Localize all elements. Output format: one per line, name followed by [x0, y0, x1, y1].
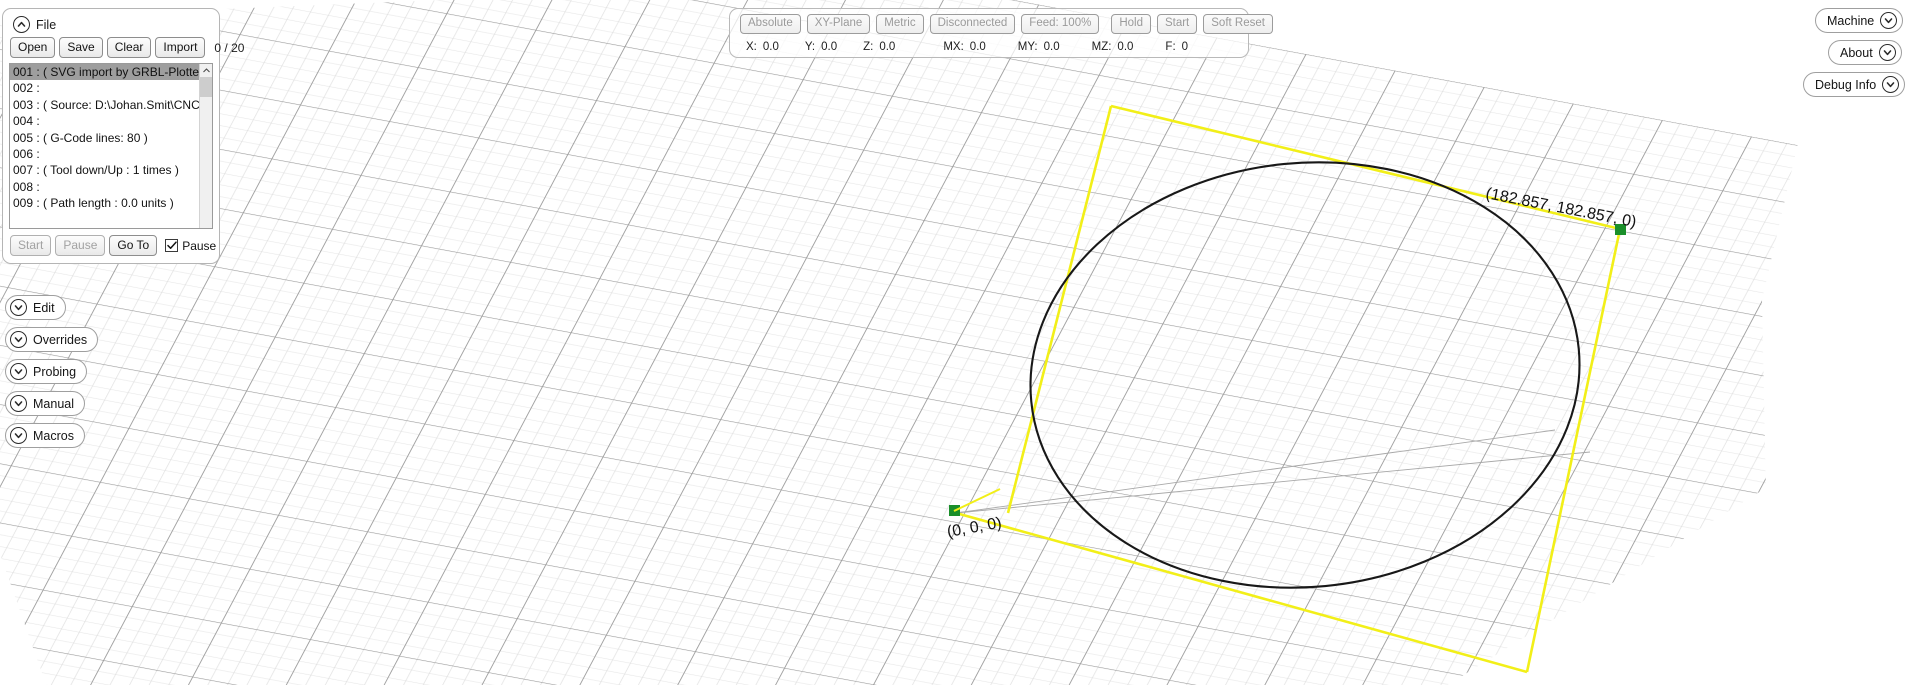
- list-item[interactable]: 009 : ( Path length : 0.0 units ): [10, 195, 199, 211]
- sidebar-item-probing[interactable]: Probing: [5, 359, 88, 384]
- debug-info-button[interactable]: Debug Info: [1803, 72, 1906, 97]
- list-item[interactable]: 001 : ( SVG import by GRBL-Plotte: [10, 64, 199, 81]
- application-window: (0, 0, 0) (182.857, 182.857, 0) Absolute…: [0, 0, 1916, 685]
- about-button-label: About: [1840, 45, 1873, 60]
- machine-status-panel: Absolute XY-Plane Metric Disconnected Fe…: [729, 8, 1273, 58]
- gcode-list-scrollbar[interactable]: [199, 64, 212, 228]
- list-item[interactable]: 008 :: [10, 179, 199, 195]
- chevron-down-icon[interactable]: [10, 299, 27, 316]
- list-item[interactable]: 004 :: [10, 113, 199, 129]
- list-item[interactable]: 006 :: [10, 146, 199, 162]
- feedrate-label: F:: [1165, 41, 1176, 53]
- gcode-3d-viewport[interactable]: (0, 0, 0) (182.857, 182.857, 0): [0, 0, 1916, 685]
- about-button[interactable]: About: [1828, 40, 1902, 65]
- chevron-down-icon[interactable]: [10, 363, 27, 380]
- chevron-down-icon[interactable]: [1878, 44, 1896, 61]
- feedrate-value: 0: [1181, 41, 1189, 53]
- sidebar-item-edit[interactable]: Edit: [5, 295, 66, 320]
- clear-button[interactable]: Clear: [106, 37, 152, 58]
- file-button-row: Open Save Clear Import 0 / 20: [9, 37, 244, 63]
- sidebar-item-manual[interactable]: Manual: [5, 391, 85, 416]
- file-panel: File Open Save Clear Import 0 / 20 001 :…: [2, 8, 244, 264]
- pause-checkbox-label: Pause: [182, 238, 217, 253]
- sidebar-item-macros[interactable]: Macros: [5, 423, 85, 448]
- coordinate-x: X: 0.0: [746, 41, 779, 53]
- sidebar-item-overrides[interactable]: Overrides: [5, 327, 99, 352]
- machine-button[interactable]: Machine: [1815, 8, 1904, 33]
- file-panel-header[interactable]: File: [9, 14, 213, 37]
- sidebar-item-label: Probing: [33, 364, 77, 379]
- list-item[interactable]: 007 : ( Tool down/Up : 1 times ): [10, 162, 199, 178]
- coordinate-mx-label: MX:: [943, 41, 964, 53]
- open-button[interactable]: Open: [10, 37, 56, 58]
- coordinate-x-value: 0.0: [762, 41, 779, 53]
- pause-checkbox[interactable]: Pause: [165, 239, 216, 253]
- coordinate-my: MY: 0.0: [1018, 41, 1060, 53]
- soft-reset-button[interactable]: Soft Reset: [1203, 14, 1273, 34]
- chevron-down-icon[interactable]: [10, 395, 27, 412]
- chevron-down-icon[interactable]: [10, 331, 27, 348]
- scrollbar-thumb[interactable]: [200, 77, 212, 97]
- coordinate-y: Y: 0.0: [805, 41, 837, 53]
- work-plane-button[interactable]: XY-Plane: [806, 14, 871, 34]
- feedrate-readout: F: 0: [1165, 41, 1188, 53]
- coordinate-my-value: 0.0: [1043, 41, 1060, 53]
- file-footer-row: Start Pause Go To Pause: [9, 229, 216, 256]
- connection-status-button[interactable]: Disconnected: [929, 14, 1016, 34]
- chevron-down-icon[interactable]: [1882, 76, 1900, 93]
- sidebar-item-label: Edit: [33, 300, 55, 315]
- coordinate-z-value: 0.0: [879, 41, 896, 53]
- sidebar-item-label: Overrides: [33, 332, 88, 347]
- coordinate-y-value: 0.0: [821, 41, 838, 53]
- coordinate-z-label: Z:: [863, 41, 874, 53]
- hold-button[interactable]: Hold: [1111, 14, 1151, 34]
- status-button-row: Absolute XY-Plane Metric Disconnected Fe…: [738, 14, 1273, 34]
- go-to-button[interactable]: Go To: [109, 235, 158, 256]
- chevron-up-icon[interactable]: [13, 16, 30, 33]
- feed-override-button[interactable]: Feed: 100%: [1021, 14, 1100, 34]
- file-panel-title: File: [36, 17, 57, 32]
- coordinate-mx: MX: 0.0: [943, 41, 985, 53]
- machine-button-label: Machine: [1827, 13, 1875, 28]
- list-item[interactable]: 003 : ( Source: D:\Johan.Smit\CNC: [10, 97, 199, 113]
- list-item[interactable]: 002 :: [10, 80, 199, 96]
- viewport-canvas[interactable]: (0, 0, 0) (182.857, 182.857, 0): [0, 0, 1916, 685]
- scroll-up-icon[interactable]: [200, 64, 212, 77]
- import-button[interactable]: Import: [155, 37, 206, 58]
- coordinate-my-label: MY:: [1017, 41, 1038, 53]
- line-counter: 0 / 20: [214, 40, 245, 55]
- start-button[interactable]: Start: [1156, 14, 1198, 34]
- chevron-down-icon[interactable]: [10, 427, 27, 444]
- gcode-line-list[interactable]: 001 : ( SVG import by GRBL-Plotte 002 : …: [9, 63, 213, 229]
- gcode-line-container[interactable]: 001 : ( SVG import by GRBL-Plotte 002 : …: [10, 64, 199, 228]
- coordinate-x-label: X:: [746, 41, 757, 53]
- coordinate-z: Z: 0.0: [863, 41, 895, 53]
- coordinate-readout-row: X: 0.0 Y: 0.0 Z: 0.0 MX: 0.0 MY: 0.0 MZ:…: [738, 41, 1240, 53]
- coordinate-mx-value: 0.0: [969, 41, 986, 53]
- units-button[interactable]: Metric: [876, 14, 924, 34]
- checkbox-checked-icon[interactable]: [165, 239, 179, 252]
- stream-pause-button[interactable]: Pause: [55, 235, 106, 256]
- list-item[interactable]: 005 : ( G-Code lines: 80 ): [10, 130, 199, 146]
- coordinate-y-label: Y:: [804, 41, 816, 53]
- debug-info-button-label: Debug Info: [1815, 77, 1877, 92]
- coordinate-mz-label: MZ:: [1091, 41, 1112, 53]
- coordinate-mode-button[interactable]: Absolute: [740, 14, 801, 34]
- sidebar-item-label: Manual: [33, 396, 74, 411]
- stream-start-button[interactable]: Start: [10, 235, 52, 256]
- coordinate-mz: MZ: 0.0: [1092, 41, 1134, 53]
- sidebar-item-label: Macros: [33, 428, 74, 443]
- coordinate-mz-value: 0.0: [1117, 41, 1134, 53]
- chevron-down-icon[interactable]: [1880, 12, 1898, 29]
- save-button[interactable]: Save: [59, 37, 103, 58]
